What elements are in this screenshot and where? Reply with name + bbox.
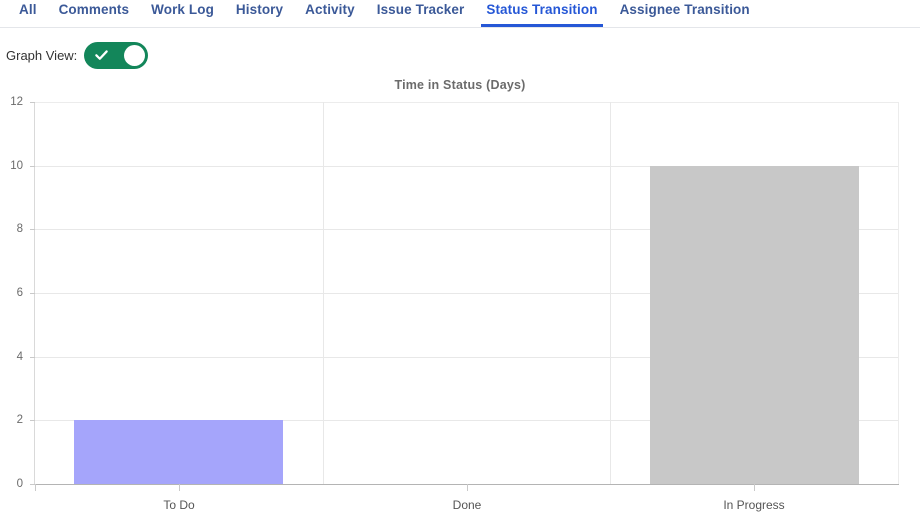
x-tick-mark xyxy=(179,484,180,491)
tab-all[interactable]: All xyxy=(8,0,48,27)
time-in-status-chart: Time in Status (Days) 0 2 4 6 8 10 12 To Do Done… xyxy=(0,74,920,518)
y-tick-label: 4 xyxy=(16,350,23,363)
y-tick-label: 12 xyxy=(10,96,23,108)
y-tick-mark xyxy=(30,229,35,231)
y-tick-mark xyxy=(30,356,35,358)
chart-plot-area: 0 2 4 6 8 10 12 To Do Done In Progress xyxy=(10,96,899,512)
toggle-knob xyxy=(124,44,146,66)
y-tick-label: 6 xyxy=(16,287,23,299)
x-tick-label: To Do xyxy=(163,498,195,512)
tab-history[interactable]: History xyxy=(225,0,294,27)
bar-in-progress[interactable] xyxy=(650,165,859,484)
y-tick-mark xyxy=(30,102,35,103)
x-tick-label: Done xyxy=(452,498,482,512)
x-tick-mark xyxy=(754,484,755,491)
tab-comments[interactable]: Comments xyxy=(48,0,141,27)
graph-view-toggle[interactable] xyxy=(84,41,149,69)
y-tick-label: 0 xyxy=(16,478,23,490)
y-tick-mark xyxy=(30,165,35,167)
graph-view-control: Graph View: xyxy=(6,41,149,69)
check-icon xyxy=(95,50,109,60)
y-tick-label: 8 xyxy=(16,223,23,236)
x-tick-mark xyxy=(467,484,468,491)
x-tick-label: In Progress xyxy=(723,498,785,512)
category-gridline xyxy=(323,102,324,484)
detail-tab-bar: All Comments Work Log History Activity I… xyxy=(0,0,920,28)
tab-work-log[interactable]: Work Log xyxy=(140,0,225,27)
y-tick-mark xyxy=(30,420,35,422)
graph-view-label: Graph View: xyxy=(6,47,78,63)
chart-title: Time in Status (Days) xyxy=(394,78,526,92)
x-axis-origin-tick xyxy=(35,484,36,491)
y-gridline xyxy=(35,102,898,103)
bar-to-do[interactable] xyxy=(74,420,283,484)
category-gridline xyxy=(610,102,611,484)
y-tick-mark xyxy=(30,293,35,294)
y-tick-label: 10 xyxy=(10,159,23,172)
tab-status-transition[interactable]: Status Transition xyxy=(475,0,608,27)
tab-issue-tracker[interactable]: Issue Tracker xyxy=(366,0,476,27)
tab-assignee-transition[interactable]: Assignee Transition xyxy=(609,0,761,27)
tab-activity[interactable]: Activity xyxy=(294,0,366,27)
y-tick-label: 2 xyxy=(16,414,23,427)
